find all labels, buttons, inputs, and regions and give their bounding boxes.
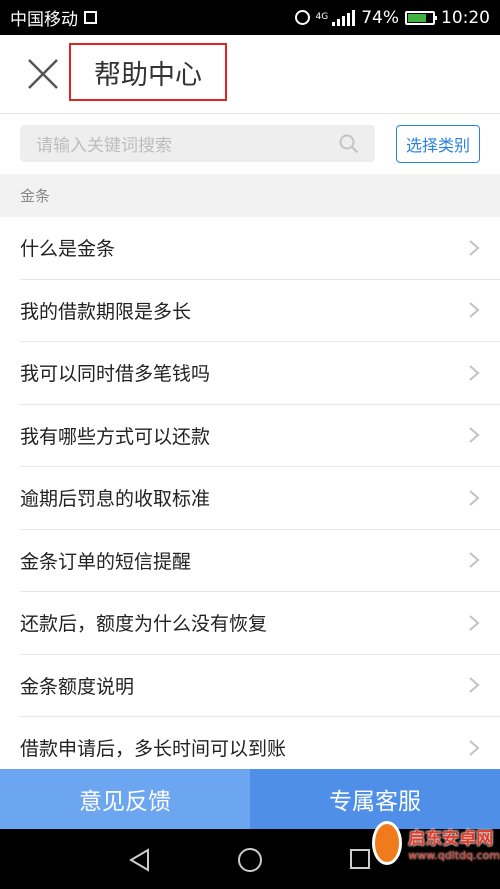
search-input[interactable]: 请输入关键词搜索 [20,125,375,162]
chevron-right-icon [469,677,480,694]
select-category-button[interactable]: 选择类别 [396,125,480,163]
list-item[interactable]: 我可以同时借多笔钱吗 [20,342,500,405]
section-title: 金条 [20,187,51,205]
list-item-label: 什么是金条 [20,238,116,261]
faq-list: 什么是金条我的借款期限是多长 我可以同时借多笔钱吗 我有哪些方式可以还款 逾期后罚息的… [0,217,500,780]
chevron-right-icon [469,614,480,631]
status-right: 4G 74% 10:20 [294,7,490,28]
list-item-label: 逾期后罚息的收取标准 [20,488,211,511]
carrier-name: 中国移动 [10,10,78,30]
page-title-highlight: 帮助中心 [69,43,227,101]
recent-apps-icon[interactable] [349,848,371,870]
list-item[interactable]: 我的借款期限是多长 [20,280,500,342]
chevron-right-icon [469,302,480,319]
list-item-label: 借款申请后，多长时间可以到账 [20,738,287,761]
list-item[interactable]: 金条额度说明 [20,655,500,717]
search-placeholder: 请输入关键词搜索 [36,136,172,156]
watermark-name: 启东安卓网 [408,828,494,849]
list-item-label: 还款后，额度为什么没有恢复 [20,613,268,636]
list-item-label: 我的借款期限是多长 [20,300,192,323]
battery-fill [408,13,426,22]
network-type: 4G [315,12,329,22]
back-icon[interactable] [128,848,152,872]
signal-icon [332,9,356,26]
alarm-icon [294,10,310,25]
list-item[interactable]: 金条订单的短信提醒 [20,530,500,592]
status-bar: 中国移动 4G 74% 10:20 [0,0,500,35]
chevron-right-icon [469,739,480,756]
list-item[interactable]: 还款后，额度为什么没有恢复 [20,592,500,655]
feedback-button[interactable]: 意见反馈 [0,769,250,829]
list-item[interactable]: 什么是金条 [20,217,500,280]
list-item-label: 金条额度说明 [20,675,135,698]
chevron-right-icon [469,489,480,506]
list-item[interactable]: 我有哪些方式可以还款 [20,405,500,467]
chevron-right-icon [469,552,480,569]
home-icon[interactable] [236,846,264,874]
watermark-logo-icon [372,820,403,865]
chevron-right-icon [469,364,480,381]
battery-percent: 74% [361,7,399,28]
search-icon [339,134,359,153]
section-header: 金条 [0,174,500,217]
list-item-label: 我有哪些方式可以还款 [20,425,211,448]
image-notification-icon [84,11,97,24]
watermark-text: 启东安卓网 www.qdltdq.com [408,824,500,862]
battery-icon [405,10,437,25]
list-item-label: 我可以同时借多笔钱吗 [20,363,211,386]
list-item[interactable]: 逾期后罚息的收取标准 [20,467,500,530]
close-icon [28,59,58,89]
search-row: 请输入关键词搜索 选择类别 [0,114,500,174]
list-item-label: 金条订单的短信提醒 [20,550,192,573]
status-left: 中国移动 [10,5,97,30]
watermark: 启东安卓网 www.qdltdq.com [372,796,500,889]
clock: 10:20 [441,7,490,28]
watermark-url: www.qdltdq.com [408,848,500,862]
close-button[interactable] [26,57,60,91]
app-header: 帮助中心 [0,35,500,114]
page-title: 帮助中心 [94,59,202,91]
chevron-right-icon [469,427,480,444]
chevron-right-icon [469,239,480,256]
